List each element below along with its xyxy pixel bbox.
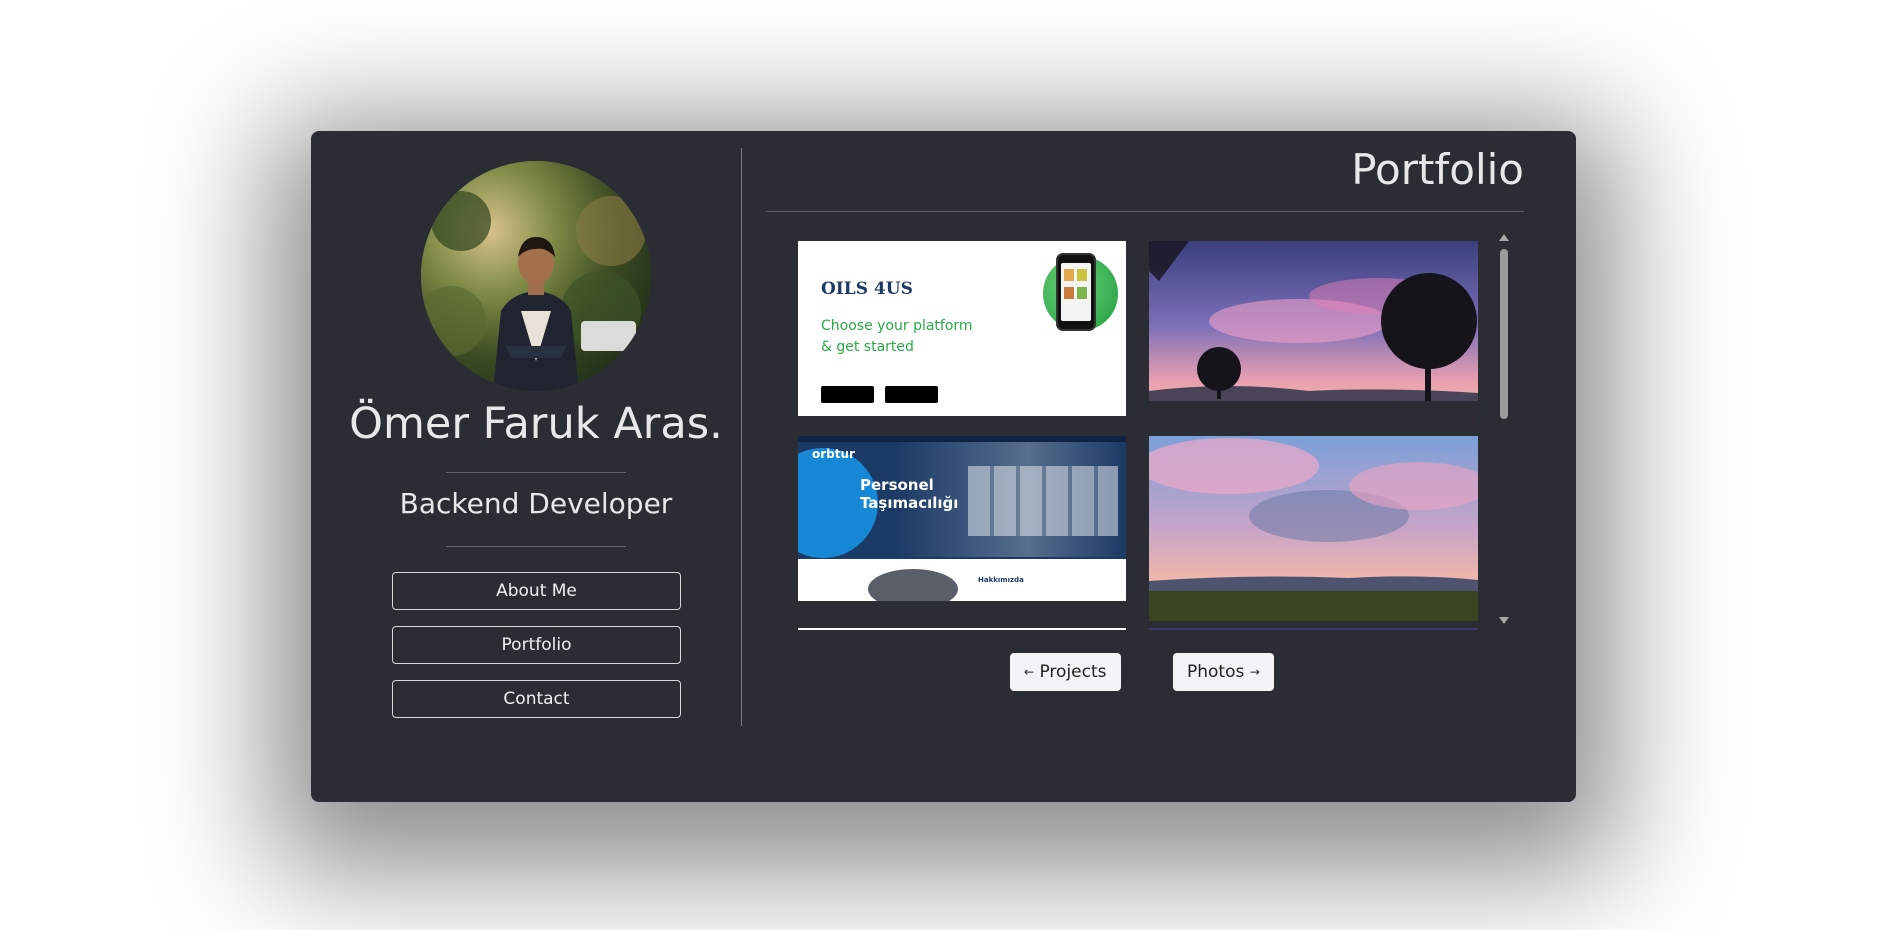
project-thumb-oils4us[interactable]: OILS 4US Choose your platform & get star… bbox=[798, 241, 1126, 416]
arrow-left-icon: ← bbox=[1024, 665, 1035, 679]
divider bbox=[446, 546, 626, 547]
projects-label: Projects bbox=[1039, 662, 1107, 682]
google-play-badge bbox=[885, 386, 938, 403]
orbtur-headline-2: Taşımacılığı bbox=[860, 494, 959, 512]
scroll-down-icon[interactable] bbox=[1499, 617, 1509, 624]
avatar bbox=[421, 161, 651, 391]
contact-button[interactable]: Contact bbox=[392, 680, 681, 718]
profile-card: Ömer Faruk Aras. Backend Developer About… bbox=[311, 131, 1576, 802]
app-store-badge bbox=[821, 386, 874, 403]
arrow-right-icon: → bbox=[1249, 665, 1260, 679]
photos-button[interactable]: Photos → bbox=[1173, 653, 1274, 691]
orbtur-brand: orbtur bbox=[812, 447, 855, 461]
about-me-button[interactable]: About Me bbox=[392, 572, 681, 610]
project-thumb-partial[interactable] bbox=[798, 628, 1126, 630]
scroll-thumb[interactable] bbox=[1500, 249, 1508, 419]
oils-brand: OILS 4US bbox=[821, 279, 913, 299]
portfolio-button[interactable]: Portfolio bbox=[392, 626, 681, 664]
gallery-scrollbar[interactable] bbox=[1497, 234, 1509, 624]
project-thumb-orbtur[interactable]: orbtur Personel Taşımacılığı Hakkımızda bbox=[798, 436, 1126, 601]
photos-label: Photos bbox=[1187, 662, 1245, 682]
photo-thumb-partial[interactable] bbox=[1149, 628, 1478, 630]
avatar-photo bbox=[421, 161, 651, 391]
section-title: Portfolio bbox=[1351, 145, 1524, 194]
photo-thumb-sunset[interactable] bbox=[1149, 241, 1478, 427]
projects-button[interactable]: ← Projects bbox=[1010, 653, 1121, 691]
profile-name: Ömer Faruk Aras. bbox=[349, 399, 723, 449]
profile-panel: Ömer Faruk Aras. Backend Developer About… bbox=[311, 131, 741, 802]
vertical-divider bbox=[741, 148, 742, 726]
divider bbox=[766, 211, 1524, 212]
oils-tagline-2: & get started bbox=[821, 339, 914, 355]
phone-icon bbox=[1056, 253, 1096, 331]
sunset-photo bbox=[1149, 241, 1478, 427]
portfolio-gallery[interactable]: OILS 4US Choose your platform & get star… bbox=[798, 241, 1478, 630]
profile-role: Backend Developer bbox=[399, 487, 673, 520]
photo-thumb-clouds[interactable] bbox=[1149, 436, 1478, 621]
clouds-photo bbox=[1149, 436, 1478, 621]
orbtur-headline-1: Personel bbox=[860, 476, 934, 494]
scroll-up-icon[interactable] bbox=[1499, 234, 1509, 241]
divider bbox=[446, 472, 626, 473]
oils-tagline-1: Choose your platform bbox=[821, 318, 973, 334]
orbtur-section: Hakkımızda bbox=[978, 576, 1024, 584]
